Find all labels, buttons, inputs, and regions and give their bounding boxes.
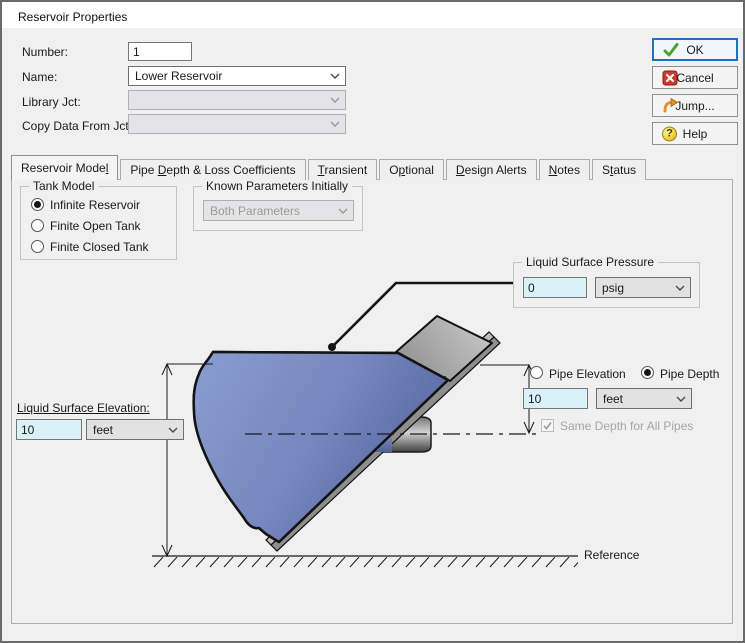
- tank-model-title: Tank Model: [29, 179, 98, 193]
- copy-data-combo: [128, 114, 346, 134]
- known-parameters-value: Both Parameters: [210, 204, 300, 218]
- surface-elevation-unit-value: feet: [93, 423, 113, 437]
- surface-pressure-title: Liquid Surface Pressure: [522, 255, 658, 269]
- chevron-down-icon: [676, 396, 686, 402]
- surface-pressure-group: Liquid Surface Pressure psig: [513, 262, 700, 308]
- known-parameters-group: Known Parameters Initially Both Paramete…: [193, 186, 363, 231]
- pipe-depth-radio[interactable]: [641, 366, 654, 379]
- tab-transient[interactable]: Transient: [308, 159, 378, 180]
- known-parameters-title: Known Parameters Initially: [202, 179, 352, 193]
- jump-arrow-icon: [662, 98, 678, 114]
- chevron-down-icon: [338, 208, 348, 214]
- same-depth-label: Same Depth for All Pipes: [560, 419, 693, 433]
- finite-open-tank-label: Finite Open Tank: [50, 219, 141, 233]
- pressure-unit-value: psig: [602, 281, 624, 295]
- surface-pressure-input[interactable]: [523, 277, 587, 298]
- chevron-down-icon: [330, 97, 340, 103]
- tab-optional[interactable]: Optional: [379, 159, 444, 180]
- x-icon: [662, 70, 678, 86]
- surface-elevation-input[interactable]: [16, 419, 82, 440]
- pipe-elevation-radio[interactable]: [530, 366, 543, 379]
- pipe-depth-input[interactable]: [523, 388, 588, 409]
- chevron-down-icon: [675, 285, 685, 291]
- help-button[interactable]: ? Help: [652, 122, 738, 145]
- same-depth-checkbox: [541, 419, 554, 432]
- tab-pipe-depth-loss-coefficients[interactable]: Pipe Depth & Loss Coefficients: [120, 159, 305, 180]
- finite-closed-tank-label: Finite Closed Tank: [50, 240, 149, 254]
- tab-reservoir-model[interactable]: Reservoir Model: [11, 155, 118, 180]
- infinite-reservoir-radio[interactable]: [31, 198, 44, 211]
- number-input[interactable]: [128, 42, 192, 61]
- tab-status[interactable]: Status: [592, 159, 646, 180]
- ground-hatching: [152, 557, 578, 568]
- window-title: Reservoir Properties: [18, 10, 127, 24]
- check-icon: [663, 42, 679, 58]
- infinite-reservoir-label: Infinite Reservoir: [50, 198, 140, 212]
- finite-open-tank-radio[interactable]: [31, 219, 44, 232]
- chevron-down-icon: [330, 121, 340, 127]
- surface-elevation-unit-combo[interactable]: feet: [86, 419, 184, 440]
- pipe-depth-unit-combo[interactable]: feet: [596, 388, 692, 409]
- tab-design-alerts[interactable]: Design Alerts: [446, 159, 537, 180]
- chevron-down-icon: [168, 427, 178, 433]
- name-combo-value: Lower Reservoir: [135, 69, 222, 83]
- name-label: Name:: [22, 70, 57, 84]
- question-mark-icon: ?: [662, 126, 677, 141]
- help-button-label: Help: [683, 127, 708, 141]
- surface-elevation-label: Liquid Surface Elevation:: [17, 401, 150, 415]
- library-jct-combo: [128, 90, 346, 110]
- pipe-depth-unit-value: feet: [603, 392, 623, 406]
- ok-button-label: OK: [686, 43, 703, 57]
- tab-notes[interactable]: Notes: [539, 159, 590, 180]
- pipe-depth-label: Pipe Depth: [660, 367, 719, 381]
- copy-data-label: Copy Data From Jct...: [22, 119, 139, 133]
- cancel-button[interactable]: Cancel: [652, 66, 738, 89]
- pressure-unit-combo[interactable]: psig: [595, 277, 691, 298]
- ok-button[interactable]: OK: [652, 38, 738, 61]
- cancel-button-label: Cancel: [676, 71, 713, 85]
- check-icon: [542, 420, 553, 431]
- number-label: Number:: [22, 45, 68, 59]
- jump-button-label: Jump...: [675, 99, 714, 113]
- title-bar[interactable]: Reservoir Properties: [2, 2, 743, 28]
- tank-model-group: Tank Model Infinite Reservoir Finite Ope…: [20, 186, 177, 260]
- reference-label: Reference: [584, 548, 639, 562]
- name-combo[interactable]: Lower Reservoir: [128, 66, 346, 86]
- pipe-elevation-label: Pipe Elevation: [549, 367, 626, 381]
- chevron-down-icon: [330, 73, 340, 79]
- tab-strip: Reservoir Model Pipe Depth & Loss Coeffi…: [11, 156, 648, 180]
- library-jct-label: Library Jct:: [22, 95, 81, 109]
- finite-closed-tank-radio[interactable]: [31, 240, 44, 253]
- jump-button[interactable]: Jump...: [652, 94, 738, 117]
- known-parameters-combo: Both Parameters: [203, 200, 354, 221]
